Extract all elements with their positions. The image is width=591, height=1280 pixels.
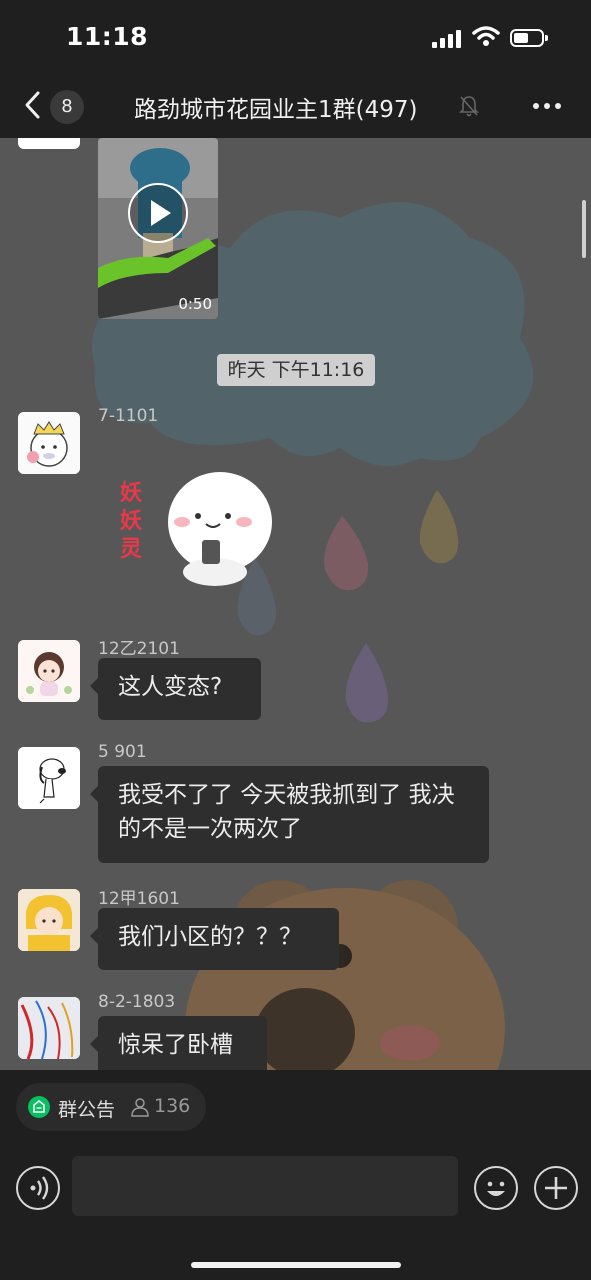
sender-name: 8-2-1803 [98, 992, 176, 1012]
wifi-icon [472, 26, 500, 46]
back-icon[interactable] [20, 90, 50, 120]
video-duration: 0:50 [178, 295, 212, 313]
avatar[interactable] [18, 997, 80, 1059]
sender-name: 12甲1601 [98, 889, 180, 909]
emoji-icon [487, 1181, 505, 1196]
mute-bell-icon [459, 96, 479, 117]
play-icon[interactable] [127, 182, 189, 244]
message-bubble[interactable]: 我们小区的？？？ [90, 908, 339, 970]
avatar[interactable] [18, 640, 80, 702]
more-icon[interactable] [532, 102, 562, 110]
plus-icon [545, 1177, 567, 1199]
avatar[interactable] [18, 138, 80, 149]
message-list[interactable]: 0:50 昨天 下午11:16 7-1101 妖妖灵 12乙2101 这人变态?… [0, 138, 591, 1070]
message-bubble[interactable]: 我受不了了 今天被我抓到了 我决的不是一次两次了 [90, 766, 489, 863]
notice-label: 群公告 [58, 1099, 116, 1121]
unread-badge[interactable]: 8 [50, 90, 84, 124]
sticker-message[interactable]: 妖妖灵 [110, 464, 280, 594]
signal-icon [432, 30, 461, 48]
battery-icon [510, 29, 548, 47]
avatar-image [18, 412, 80, 474]
scrollbar[interactable] [582, 200, 586, 258]
sender-name: 12乙2101 [98, 639, 180, 659]
emoji-button[interactable] [474, 1166, 518, 1210]
message-bubble[interactable]: 这人变态? [90, 658, 261, 720]
avatar-image [18, 640, 80, 702]
member-count: 136 [154, 1095, 191, 1117]
input-toolbar: 群公告 136 [0, 1070, 591, 1280]
sticker-caption: 妖妖灵 [120, 481, 143, 562]
notice-icon [28, 1096, 50, 1118]
sender-name: 7-1101 [98, 406, 159, 426]
video-message[interactable]: 0:50 [98, 138, 218, 319]
home-indicator[interactable] [191, 1262, 401, 1268]
chat-header: 8 路劲城市花园业主1群(497) [0, 76, 591, 138]
avatar[interactable] [18, 747, 80, 809]
avatar[interactable] [18, 889, 80, 951]
voice-icon [30, 1176, 49, 1200]
message-input[interactable] [72, 1156, 458, 1216]
voice-button[interactable] [16, 1166, 60, 1210]
avatar-image [18, 997, 80, 1059]
sender-name: 5 901 [98, 742, 147, 762]
status-bar: 11:18 [0, 0, 591, 76]
chat-title: 路劲城市花园业主1群(497) [134, 97, 418, 123]
message-timestamp: 昨天 下午11:16 [217, 354, 375, 386]
group-notice-button[interactable]: 群公告 136 [16, 1083, 206, 1131]
avatar-image [18, 747, 80, 809]
avatar-image [18, 889, 80, 951]
more-functions-button[interactable] [534, 1166, 578, 1210]
status-time: 11:18 [66, 22, 149, 51]
person-icon [131, 1098, 149, 1117]
avatar[interactable] [18, 412, 80, 474]
message-bubble[interactable]: 惊呆了卧槽 [90, 1016, 267, 1070]
